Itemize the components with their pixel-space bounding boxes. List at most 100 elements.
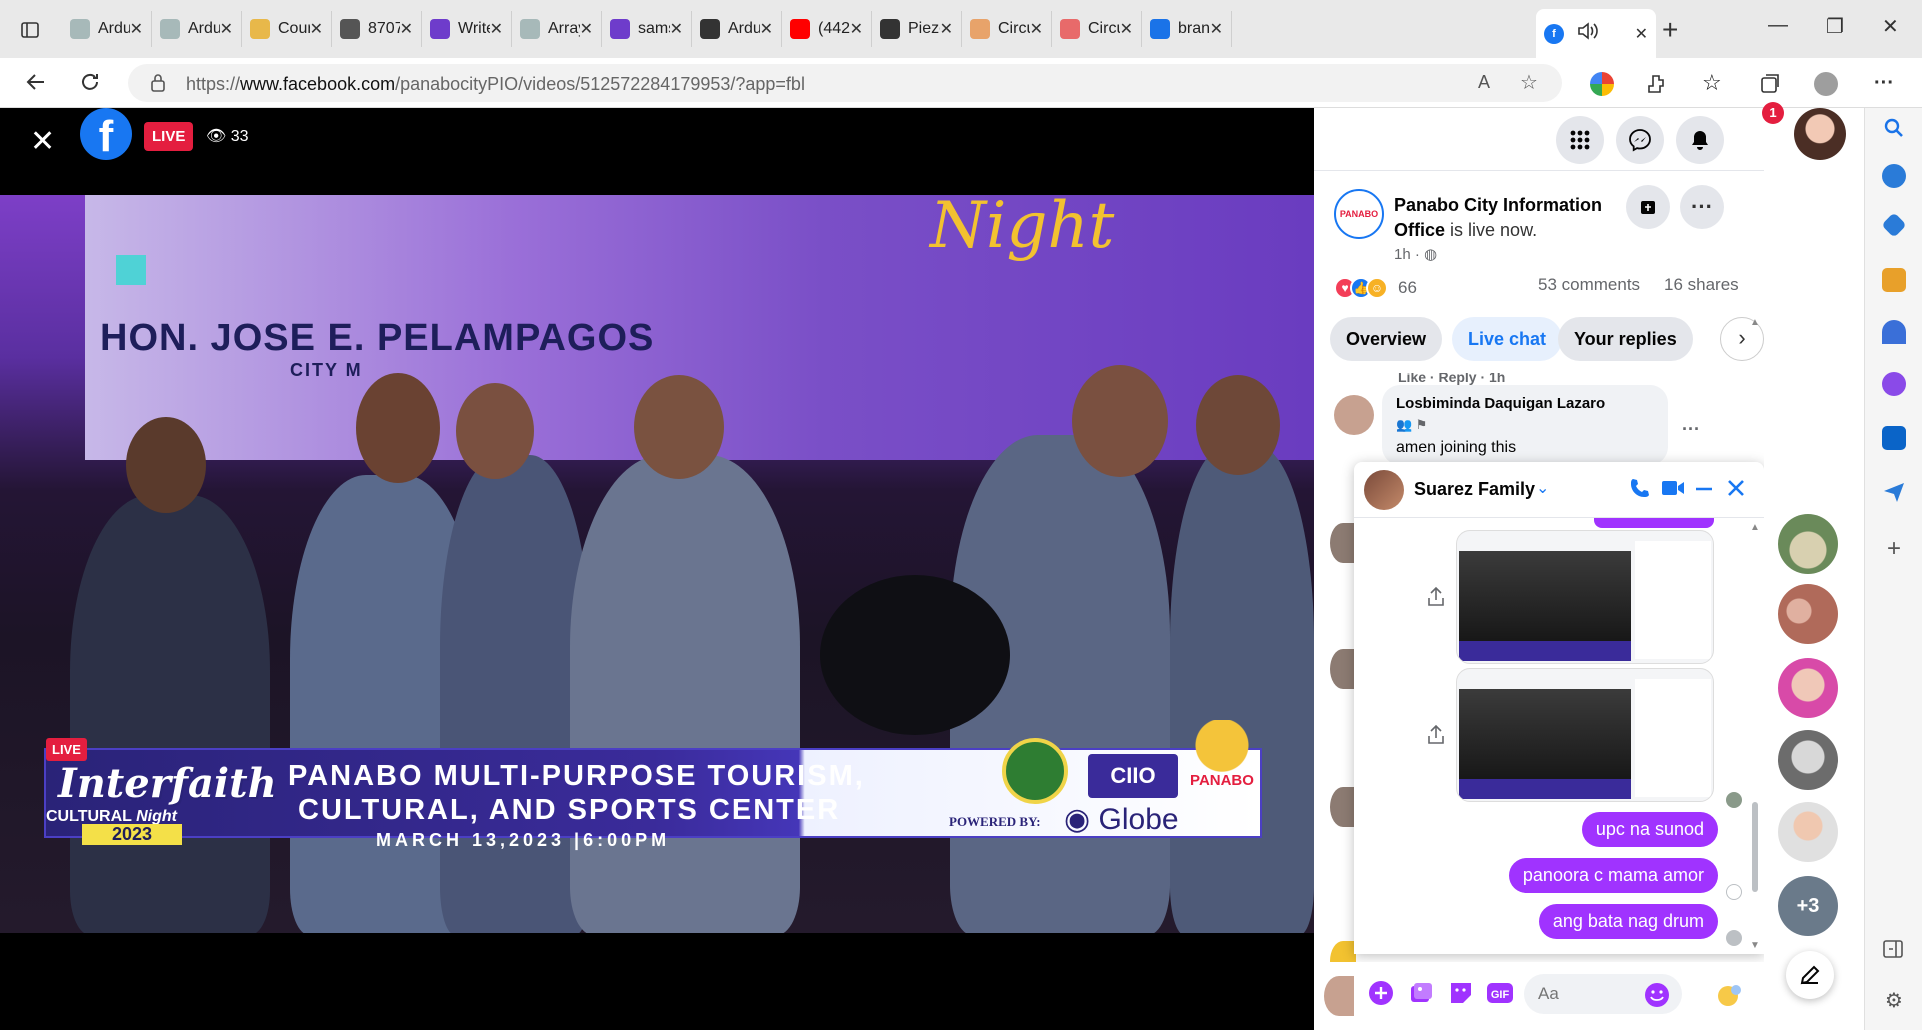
browser-tab[interactable]: 8707 ✕ [332, 11, 422, 47]
gif-icon[interactable]: GIF [1486, 980, 1514, 1008]
close-icon[interactable]: ✕ [30, 124, 55, 159]
url-field[interactable]: https://www.facebook.com/panabocityPIO/v… [128, 64, 1562, 102]
browser-tab[interactable]: Cour ✕ [242, 11, 332, 47]
tab-your-replies[interactable]: Your replies [1558, 317, 1693, 361]
close-tab-icon[interactable]: ✕ [1030, 19, 1043, 39]
outlook-icon[interactable] [1882, 426, 1906, 450]
office-icon[interactable] [1882, 372, 1906, 396]
close-chat-icon[interactable] [1724, 476, 1752, 504]
close-tab-icon[interactable]: ✕ [1120, 19, 1133, 39]
minimize-icon[interactable]: — [1768, 14, 1788, 37]
photo-icon[interactable] [1408, 980, 1436, 1008]
lock-icon[interactable] [150, 73, 166, 98]
chat-header[interactable]: Suarez Family ⌄ [1354, 462, 1764, 518]
plus-icon[interactable] [1368, 980, 1396, 1008]
chevron-down-icon[interactable]: ⌄ [1536, 478, 1549, 498]
close-tab-icon[interactable]: ✕ [220, 19, 233, 39]
browser-tab[interactable]: Ardu ✕ [692, 11, 782, 47]
reaction-summary[interactable]: ♥ 👍 ☺ 66 [1334, 277, 1417, 299]
video-player[interactable]: ✕ f LIVE 👁 33 HON. JOSE E. PELAMPAGOS CI… [0, 108, 1314, 1030]
chat-group-avatar[interactable] [1364, 470, 1404, 510]
more-contacts[interactable]: +3 [1778, 876, 1838, 936]
profile-avatar[interactable] [1794, 108, 1846, 160]
contact-avatar[interactable] [1778, 584, 1838, 644]
back-icon[interactable] [24, 70, 48, 101]
image-attachment[interactable] [1456, 530, 1714, 664]
facebook-logo[interactable]: f [80, 108, 132, 161]
reaction-emoji-icon[interactable] [1714, 982, 1742, 1010]
favorite-add-icon[interactable]: ☆ [1520, 70, 1538, 95]
favorites-icon[interactable]: ☆ [1702, 72, 1726, 96]
menu-grid-icon[interactable] [1556, 116, 1604, 164]
close-tab-icon[interactable]: ✕ [1635, 24, 1648, 44]
more-menu-icon[interactable]: ··· [1874, 72, 1898, 96]
share-icon[interactable] [1426, 586, 1448, 608]
extension-color-icon[interactable] [1590, 72, 1614, 96]
collections-icon[interactable] [1758, 72, 1782, 96]
browser-tab[interactable]: Array✕ [512, 11, 602, 47]
sticker-icon[interactable] [1448, 980, 1476, 1008]
emoji-icon[interactable] [1644, 982, 1672, 1010]
contact-avatar[interactable] [1778, 802, 1838, 862]
browser-tab[interactable]: Ardu ✕ [152, 11, 242, 47]
chat-scrollbar[interactable]: ▲ ▼ [1750, 522, 1760, 951]
browser-tab[interactable]: Write✕ [422, 11, 512, 47]
browser-tab[interactable]: Ardu ✕ [62, 11, 152, 47]
close-tab-icon[interactable]: ✕ [490, 19, 503, 39]
bing-chat-icon[interactable] [1882, 164, 1906, 188]
comment-actions-cut[interactable]: Like · Reply · 1h [1398, 373, 1505, 385]
comments-count-link[interactable]: 53 comments [1538, 275, 1640, 295]
call-icon[interactable] [1628, 476, 1656, 504]
comment-avatar[interactable] [1334, 395, 1374, 435]
close-tab-icon[interactable]: ✕ [310, 19, 323, 39]
new-tab-icon[interactable]: + [1662, 14, 1678, 46]
page-avatar[interactable]: PANABO [1334, 189, 1384, 239]
messenger-icon[interactable] [1616, 116, 1664, 164]
url-text[interactable]: https://www.facebook.com/panabocityPIO/v… [186, 74, 805, 95]
games-icon[interactable] [1882, 320, 1906, 344]
close-tab-icon[interactable]: ✕ [580, 19, 593, 39]
comment-avatar-partial[interactable] [1330, 649, 1356, 689]
share-icon[interactable] [1426, 724, 1448, 746]
chat-message[interactable]: ang bata nag drum [1538, 904, 1718, 939]
minimize-chat-icon[interactable] [1692, 476, 1720, 504]
comment-avatar-partial[interactable] [1330, 787, 1356, 827]
tab-active[interactable]: f ✕ [1536, 9, 1656, 58]
browser-tab[interactable]: bran ✕ [1142, 11, 1232, 47]
comment-more-icon[interactable]: ··· [1682, 419, 1700, 440]
save-post-button[interactable] [1626, 185, 1670, 229]
settings-gear-icon[interactable]: ⚙ [1882, 988, 1906, 1012]
sidebar-toggle-icon[interactable] [1882, 938, 1906, 962]
browser-tab[interactable]: Circu✕ [1052, 11, 1142, 47]
close-tab-icon[interactable]: ✕ [670, 19, 683, 39]
video-call-icon[interactable] [1660, 476, 1688, 504]
chat-name[interactable]: Suarez Family [1414, 479, 1535, 500]
extensions-icon[interactable] [1644, 72, 1668, 96]
search-icon[interactable] [1882, 116, 1906, 140]
close-tab-icon[interactable]: ✕ [130, 19, 143, 39]
send-icon[interactable] [1882, 480, 1906, 504]
comment-author[interactable]: Losbiminda Daquigan Lazaro [1396, 395, 1605, 412]
post-more-button[interactable]: ··· [1680, 185, 1724, 229]
post-time[interactable]: 1h · ◍ [1394, 245, 1437, 263]
shares-count-link[interactable]: 16 shares [1664, 275, 1739, 295]
contact-avatar[interactable] [1778, 658, 1838, 718]
chat-message[interactable]: upc na sunod [1581, 812, 1718, 847]
close-window-icon[interactable]: ✕ [1882, 14, 1899, 39]
close-tab-icon[interactable]: ✕ [400, 19, 413, 39]
profile-icon[interactable] [1814, 72, 1838, 96]
close-tab-icon[interactable]: ✕ [760, 19, 773, 39]
browser-tab[interactable]: Piezo✕ [872, 11, 962, 47]
tab-overview[interactable]: Overview [1330, 317, 1443, 361]
refresh-icon[interactable] [78, 70, 102, 101]
browser-tab[interactable]: Circu✕ [962, 11, 1052, 47]
tools-icon[interactable] [1882, 268, 1906, 292]
close-tab-icon[interactable]: ✕ [940, 19, 953, 39]
tab-actions-icon[interactable] [14, 14, 46, 46]
comment-avatar-partial[interactable] [1330, 523, 1356, 563]
contact-avatar[interactable] [1778, 514, 1838, 574]
speaker-icon[interactable] [1576, 21, 1600, 46]
contact-avatar[interactable] [1778, 730, 1838, 790]
restore-icon[interactable]: ❐ [1826, 14, 1844, 39]
image-attachment[interactable] [1456, 668, 1714, 802]
